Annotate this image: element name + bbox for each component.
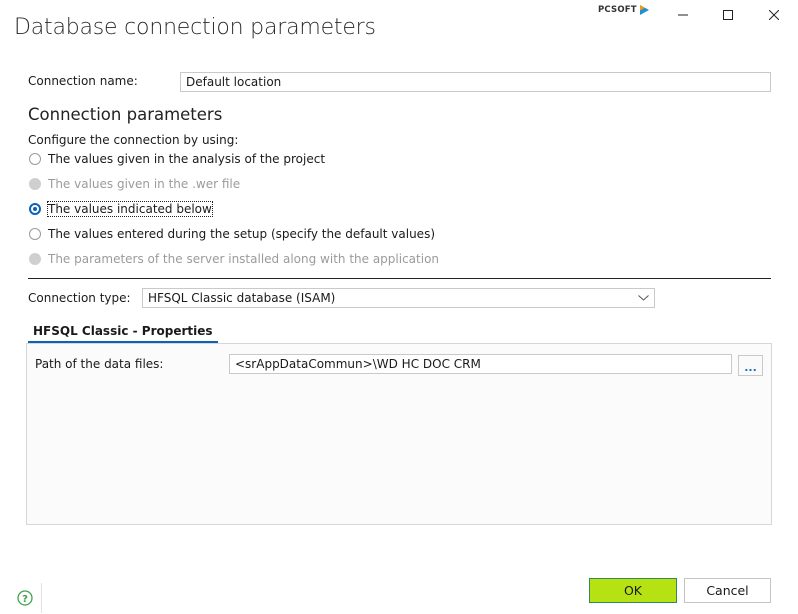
browse-button[interactable]: ...: [738, 355, 763, 376]
maximize-icon: [723, 10, 733, 20]
radio-label: The parameters of the server installed a…: [48, 252, 440, 266]
tab-hfsql-properties[interactable]: HFSQL Classic - Properties: [28, 324, 218, 343]
pcsoft-logo: PCSOFT: [598, 5, 649, 15]
radio-button: [29, 178, 41, 190]
radio-option-values-below[interactable]: The values indicated below: [29, 200, 213, 218]
section-divider: [28, 278, 771, 279]
radio-option-server: The parameters of the server installed a…: [29, 250, 439, 268]
radio-label: The values given in the analysis of the …: [48, 152, 326, 166]
connection-type-label: Connection type:: [28, 291, 131, 305]
help-icon[interactable]: ?: [17, 590, 33, 606]
radio-option-setup[interactable]: The values entered during the setup (spe…: [29, 225, 435, 243]
chevron-down-icon: [638, 295, 649, 301]
minimize-button[interactable]: [660, 2, 706, 28]
connection-name-field[interactable]: Default location: [180, 72, 771, 92]
connection-type-value: HFSQL Classic database (ISAM): [148, 291, 336, 305]
radio-button-selected[interactable]: [29, 203, 41, 215]
dialog-title: Database connection parameters: [14, 15, 376, 40]
radio-option-analysis[interactable]: The values given in the analysis of the …: [29, 150, 325, 168]
connection-type-select[interactable]: HFSQL Classic database (ISAM): [142, 288, 655, 308]
brand-text: PCSOFT: [598, 5, 637, 15]
radio-button[interactable]: [29, 228, 41, 240]
radio-button: [29, 253, 41, 265]
connection-parameters-heading: Connection parameters: [28, 105, 223, 124]
data-path-label: Path of the data files:: [35, 357, 164, 371]
radio-label: The values given in the .wer file: [48, 177, 241, 191]
radio-label: The values indicated below: [47, 201, 213, 217]
browse-ellipsis: ...: [744, 361, 757, 374]
footer-divider: [41, 583, 42, 613]
radio-button[interactable]: [29, 153, 41, 165]
radio-label: The values entered during the setup (spe…: [48, 227, 435, 241]
brand-play-icon: [639, 5, 649, 15]
minimize-icon: [678, 14, 688, 16]
close-icon: [769, 10, 779, 20]
data-path-field[interactable]: <srAppDataCommun>\WD HC DOC CRM: [229, 354, 732, 374]
connection-name-label: Connection name:: [28, 74, 138, 88]
ok-button[interactable]: OK: [589, 578, 677, 603]
cancel-button[interactable]: Cancel: [684, 578, 771, 603]
configure-label: Configure the connection by using:: [28, 133, 239, 147]
maximize-button[interactable]: [705, 2, 751, 28]
close-button[interactable]: [751, 2, 797, 28]
svg-text:?: ?: [22, 594, 28, 605]
radio-option-wer-file: The values given in the .wer file: [29, 175, 240, 193]
